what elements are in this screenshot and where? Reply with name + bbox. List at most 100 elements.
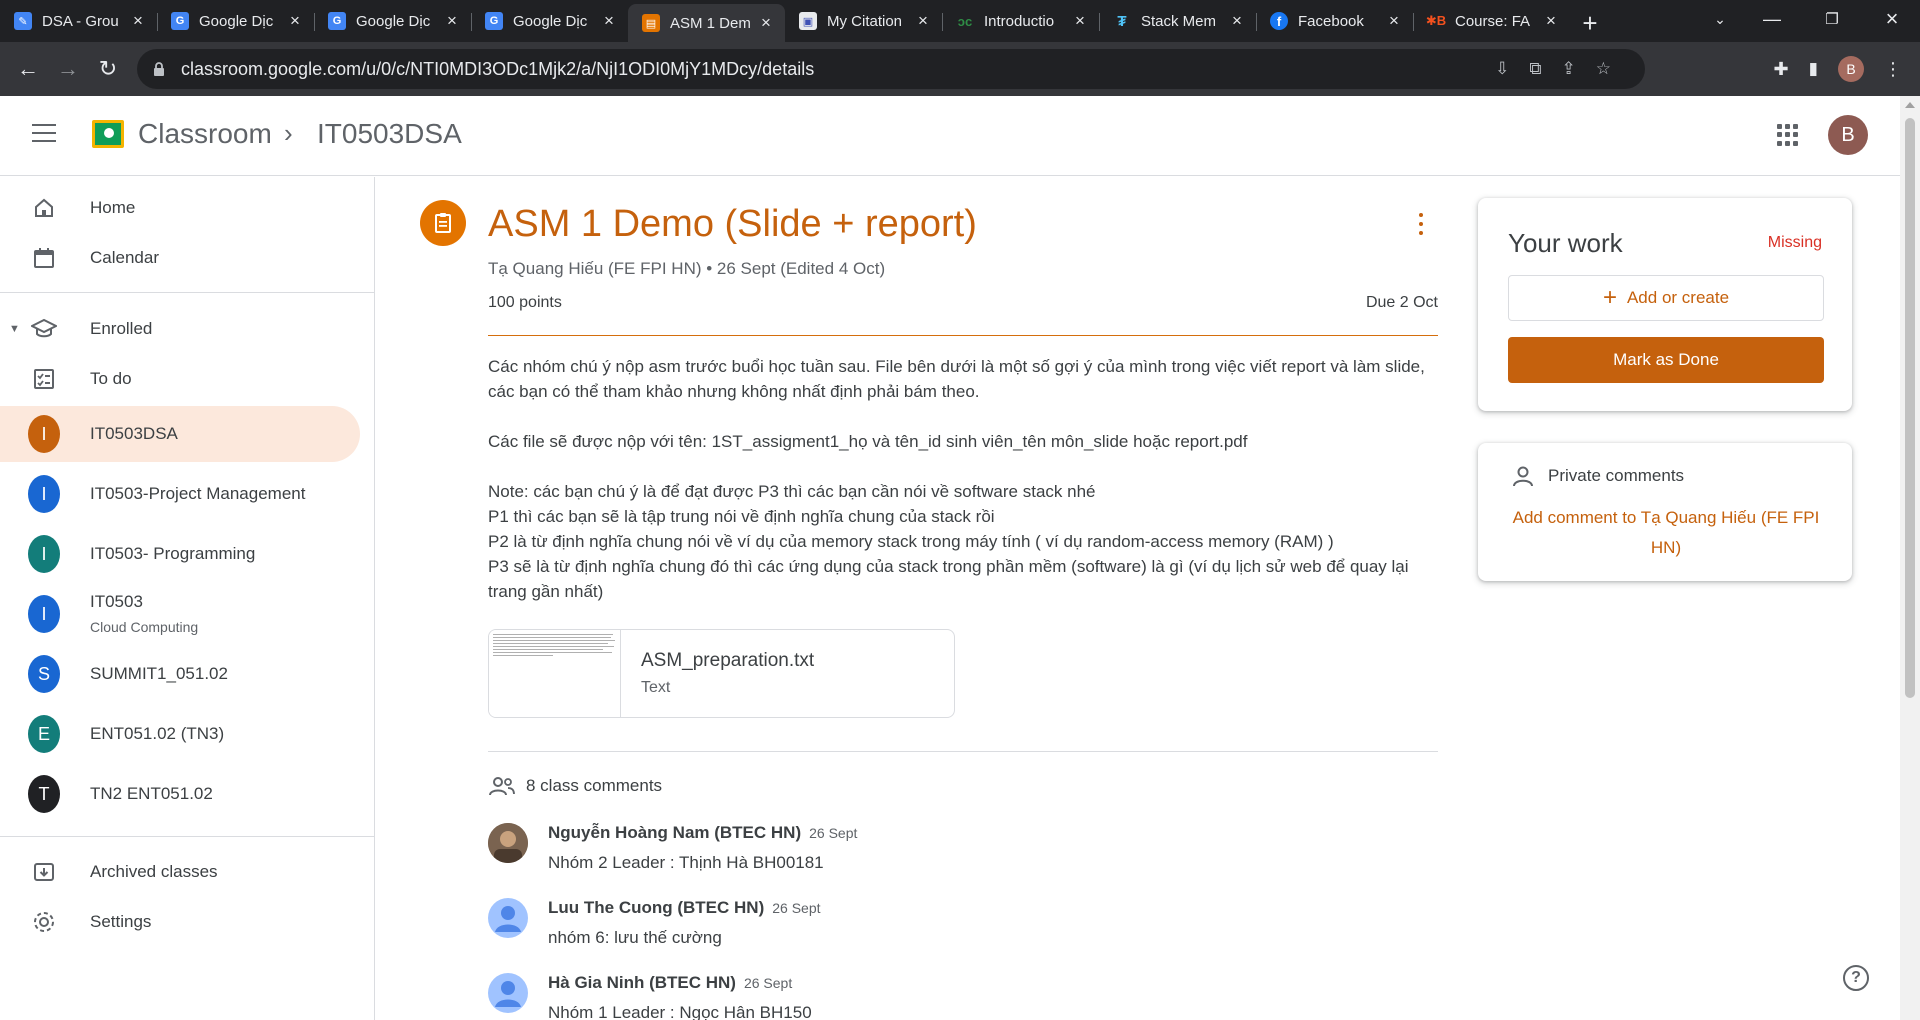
browser-tab[interactable]: G Google Dịc × [157, 4, 314, 38]
sidebar-item-archived[interactable]: Archived classes [0, 844, 360, 900]
translate-icon: G [171, 12, 189, 30]
browser-tab-strip: ✎ DSA - Grou × G Google Dịc × G Google D… [0, 0, 1920, 42]
share-icon[interactable]: ⇪ [1562, 59, 1576, 79]
chrome-menu-icon[interactable]: ⋮ [1884, 59, 1902, 80]
sidebar-class-item[interactable]: I IT0503 Cloud Computing [0, 586, 360, 642]
mark-as-done-button[interactable]: Mark as Done [1508, 337, 1824, 383]
tab-title: Google Dịc [513, 12, 588, 30]
google-apps-icon[interactable] [1777, 124, 1799, 146]
sidebar-item-settings[interactable]: Settings [0, 894, 360, 950]
reload-icon[interactable]: ↻ [88, 49, 128, 89]
class-comments-header[interactable]: 8 class comments [488, 775, 662, 797]
add-or-create-button[interactable]: + Add or create [1508, 275, 1824, 321]
attachment-thumbnail [489, 630, 621, 717]
commenter-name: Nguyễn Hoàng Nam (BTEC HN) [548, 823, 802, 842]
sidebar-item-home[interactable]: Home [0, 180, 360, 236]
sidebar-item-enrolled[interactable]: ▼ Enrolled [0, 301, 360, 357]
url-text: classroom.google.com/u/0/c/NTI0MDI3ODc1M… [181, 58, 815, 79]
people-icon [489, 777, 515, 796]
new-tab-button[interactable]: + [1570, 4, 1610, 42]
sidebar-class-item[interactable]: E ENT051.02 (TN3) [0, 706, 360, 762]
class-initial-avatar: I [28, 415, 60, 453]
archive-icon [28, 856, 60, 888]
browser-tab[interactable]: ↄc Introductio × [942, 4, 1099, 38]
stack-icon: ₮ [1117, 12, 1127, 30]
your-work-card: Your work Missing + Add or create Mark a… [1478, 198, 1852, 411]
sidebar-item-label: Settings [90, 912, 152, 931]
caret-down-icon[interactable]: ▼ [9, 323, 20, 335]
add-private-comment-link[interactable]: Add comment to Tạ Quang Hiếu (FE FPI HN) [1508, 503, 1824, 563]
close-icon[interactable]: × [1542, 11, 1560, 30]
class-comment: Nguyễn Hoàng Nam (BTEC HN) 26 Sept Nhóm 2… [488, 823, 1438, 885]
geeksforgeeks-icon: ↄc [957, 13, 973, 29]
sidebar-class-item[interactable]: S SUMMIT1_051.02 [0, 646, 360, 702]
account-avatar[interactable]: B [1828, 115, 1868, 155]
browser-tab[interactable]: ✎ DSA - Grou × [0, 4, 157, 38]
browser-tab[interactable]: f Facebook × [1256, 4, 1413, 38]
close-icon[interactable]: × [1071, 11, 1089, 30]
sidebar-class-item[interactable]: T TN2 ENT051.02 [0, 766, 360, 822]
brand-title[interactable]: Classroom [138, 118, 272, 150]
close-icon[interactable]: × [1385, 11, 1403, 30]
private-comments-header: Private comments [1512, 465, 1684, 487]
more-options-icon[interactable] [1418, 213, 1424, 235]
side-panel-icon[interactable]: ▮ [1809, 59, 1818, 79]
browser-tab[interactable]: ₮ Stack Mem × [1099, 4, 1256, 38]
close-icon[interactable]: × [129, 11, 147, 30]
back-icon[interactable]: ← [8, 49, 48, 89]
restore-icon[interactable]: ❐ [1802, 0, 1862, 38]
sidebar-class-item[interactable]: I IT0503-Project Management [0, 466, 360, 522]
page-scrollbar[interactable] [1900, 96, 1920, 1020]
class-name: IT0503-Project Management [90, 484, 306, 503]
main-menu-icon[interactable] [32, 124, 56, 142]
class-name: TN2 ENT051.02 [90, 784, 213, 803]
sidebar-class-item[interactable]: I IT0503- Programming [0, 526, 360, 582]
sidebar-item-todo[interactable]: To do [0, 351, 360, 407]
bookmark-star-icon[interactable]: ☆ [1596, 59, 1611, 79]
your-work-title: Your work [1508, 228, 1623, 258]
profile-avatar[interactable]: B [1838, 56, 1864, 82]
browser-tab[interactable]: ✱B Course: FA × [1413, 4, 1570, 38]
attachment-card[interactable]: ASM_preparation.txt Text [488, 629, 955, 718]
install-icon[interactable]: ⇩ [1495, 59, 1509, 79]
assignment-description: Các nhóm chú ý nộp asm trước buổi học tu… [488, 354, 1448, 604]
browser-tab[interactable]: G Google Dịc × [314, 4, 471, 38]
address-bar[interactable]: classroom.google.com/u/0/c/NTI0MDI3ODc1M… [137, 49, 1645, 89]
status-badge: Missing [1767, 234, 1822, 251]
close-icon[interactable]: × [600, 11, 618, 30]
comment-text: Nhóm 1 Leader : Ngọc Hân BH150 [548, 1003, 812, 1020]
sidebar-class-item[interactable]: I IT0503DSA [0, 406, 360, 462]
close-icon[interactable]: × [757, 13, 775, 32]
close-icon[interactable]: × [286, 11, 304, 30]
close-icon[interactable]: × [1228, 11, 1246, 30]
scrollbar-thumb[interactable] [1905, 118, 1915, 698]
commenter-name: Hà Gia Ninh (BTEC HN) [548, 973, 736, 992]
close-icon[interactable]: × [443, 11, 461, 30]
class-initial-avatar: S [28, 655, 60, 693]
browser-tab-active[interactable]: ▤ ASM 1 Dem × [628, 4, 785, 42]
translate-page-icon[interactable]: ⧉ [1529, 59, 1541, 79]
classroom-icon: ✎ [14, 12, 32, 30]
sidebar-item-calendar[interactable]: Calendar [0, 230, 360, 286]
forward-icon[interactable]: → [48, 49, 88, 89]
extensions-icon[interactable]: ✚ [1774, 59, 1789, 80]
classroom-logo-icon[interactable] [92, 120, 124, 148]
scroll-up-icon[interactable] [1905, 102, 1915, 108]
breadcrumb-class[interactable]: IT0503DSA [317, 118, 462, 150]
home-icon [28, 192, 60, 224]
class-name: IT0503DSA [90, 424, 178, 443]
minimize-icon[interactable]: — [1742, 0, 1802, 38]
private-comments-title: Private comments [1548, 466, 1685, 485]
sidebar-divider [0, 836, 375, 837]
window-close-icon[interactable]: × [1862, 0, 1920, 38]
tab-title: Stack Mem [1141, 12, 1217, 30]
todo-list-icon [28, 363, 60, 395]
browser-tab[interactable]: ▣ My Citation × [785, 4, 942, 38]
browser-tab[interactable]: G Google Dịc × [471, 4, 628, 38]
tab-search-icon[interactable]: ⌄ [1690, 0, 1750, 38]
description-paragraph: P1 thì các bạn sẽ là tập trung nói về đị… [488, 507, 995, 526]
close-icon[interactable]: × [914, 11, 932, 30]
comment-date: 26 Sept [743, 975, 793, 991]
help-icon[interactable]: ? [1843, 965, 1869, 991]
lock-icon [154, 62, 164, 76]
